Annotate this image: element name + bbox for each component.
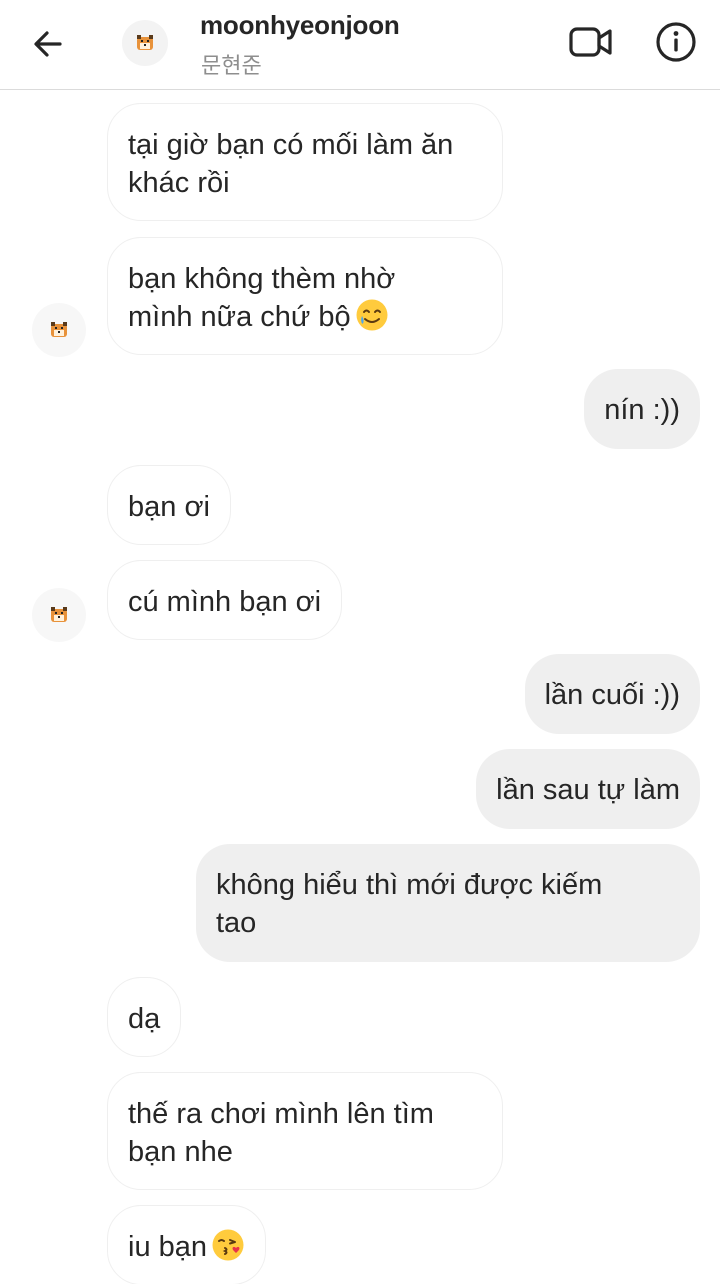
message-text: mình nữa chứ bộ xyxy=(128,301,351,333)
display-name: 문현준 xyxy=(201,54,262,79)
message-bubble-incoming[interactable]: bạn không thèm nhờ mình nữa chứ bộ xyxy=(107,237,503,355)
message-bubble-incoming[interactable]: thế ra chơi mình lên tìm bạn nhe xyxy=(107,1072,503,1190)
message-text: nín :)) xyxy=(604,394,680,426)
video-call-button[interactable] xyxy=(566,20,616,64)
smiling-face-with-tear-icon xyxy=(356,299,388,331)
message-text: dạ xyxy=(128,1003,161,1035)
face-blowing-kiss-icon xyxy=(212,1229,244,1261)
message-bubble-incoming[interactable]: tại giờ bạn có mối làm ăn khác rồi xyxy=(107,103,503,221)
message-text: lần cuối :)) xyxy=(544,679,680,711)
message-bubble-outgoing[interactable]: lần sau tự làm xyxy=(476,749,700,829)
chat-header: moonhyeonjoon 문현준 xyxy=(0,0,720,90)
tiger-avatar-icon xyxy=(51,322,67,337)
message-bubble-incoming[interactable]: dạ xyxy=(107,977,182,1057)
message-bubble-outgoing[interactable]: nín :)) xyxy=(584,369,700,449)
message-bubble-incoming[interactable]: bạn ơi xyxy=(107,465,231,545)
message-text: bạn ơi xyxy=(128,491,210,523)
message-text: tại giờ bạn có mối làm ăn xyxy=(128,129,454,161)
tiger-avatar-icon xyxy=(137,35,153,50)
message-text: tao xyxy=(216,907,257,939)
info-circle-icon xyxy=(656,22,696,62)
message-text: bạn nhe xyxy=(128,1136,233,1168)
message-bubble-incoming[interactable]: cú mình bạn ơi xyxy=(107,560,343,640)
message-text: bạn không thèm nhờ xyxy=(128,263,396,295)
message-text: lần sau tự làm xyxy=(496,774,680,806)
avatar[interactable] xyxy=(32,303,86,357)
message-text: không hiểu thì mới được kiếm xyxy=(216,869,603,901)
info-button[interactable] xyxy=(652,18,700,66)
message-bubble-incoming[interactable]: iu bạn xyxy=(107,1205,267,1284)
avatar[interactable] xyxy=(32,588,86,642)
arrow-left-icon xyxy=(34,31,62,57)
back-button[interactable] xyxy=(26,22,70,66)
username[interactable]: moonhyeonjoon xyxy=(200,10,400,41)
message-bubble-outgoing[interactable]: không hiểu thì mới được kiếm tao xyxy=(196,844,700,962)
message-text: thế ra chơi mình lên tìm xyxy=(128,1098,434,1130)
video-camera-icon xyxy=(569,27,612,57)
message-bubble-outgoing[interactable]: lần cuối :)) xyxy=(524,654,700,734)
message-text: khác rồi xyxy=(128,167,230,199)
message-text: iu bạn xyxy=(128,1231,208,1263)
avatar[interactable] xyxy=(122,20,168,66)
tiger-avatar-icon xyxy=(51,607,67,622)
message-text: cú mình bạn ơi xyxy=(128,586,322,618)
